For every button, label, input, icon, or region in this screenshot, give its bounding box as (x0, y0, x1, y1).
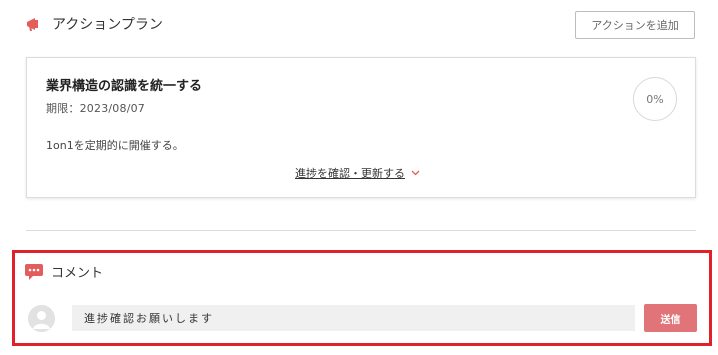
add-action-button[interactable]: アクションを追加 (575, 11, 695, 39)
action-card: 業界構造の認識を統一する 期限：2023/08/07 1on1を定期的に開催する… (26, 57, 696, 198)
comment-icon (25, 263, 43, 280)
avatar (28, 305, 55, 332)
comment-header: コメント (25, 262, 103, 281)
section-divider (26, 230, 696, 231)
send-button[interactable]: 送信 (644, 304, 697, 332)
action-title: 業界構造の認識を統一する (46, 79, 203, 94)
comment-title: コメント (51, 266, 104, 281)
progress-link-row[interactable]: 進捗を確認・更新する (295, 165, 421, 181)
chevron-down-icon[interactable] (411, 168, 421, 178)
comment-section: コメント 送信 (12, 250, 712, 346)
action-plan-title: アクションプラン (52, 17, 163, 33)
progress-indicator: 0% (633, 77, 677, 121)
action-description: 1on1を定期的に開催する。 (46, 139, 184, 152)
progress-update-link[interactable]: 進捗を確認・更新する (295, 165, 405, 181)
comment-input[interactable] (72, 305, 635, 331)
megaphone-icon (24, 14, 44, 34)
action-plan-header: アクションプラン (24, 12, 163, 36)
action-deadline: 期限：2023/08/07 (46, 102, 146, 115)
